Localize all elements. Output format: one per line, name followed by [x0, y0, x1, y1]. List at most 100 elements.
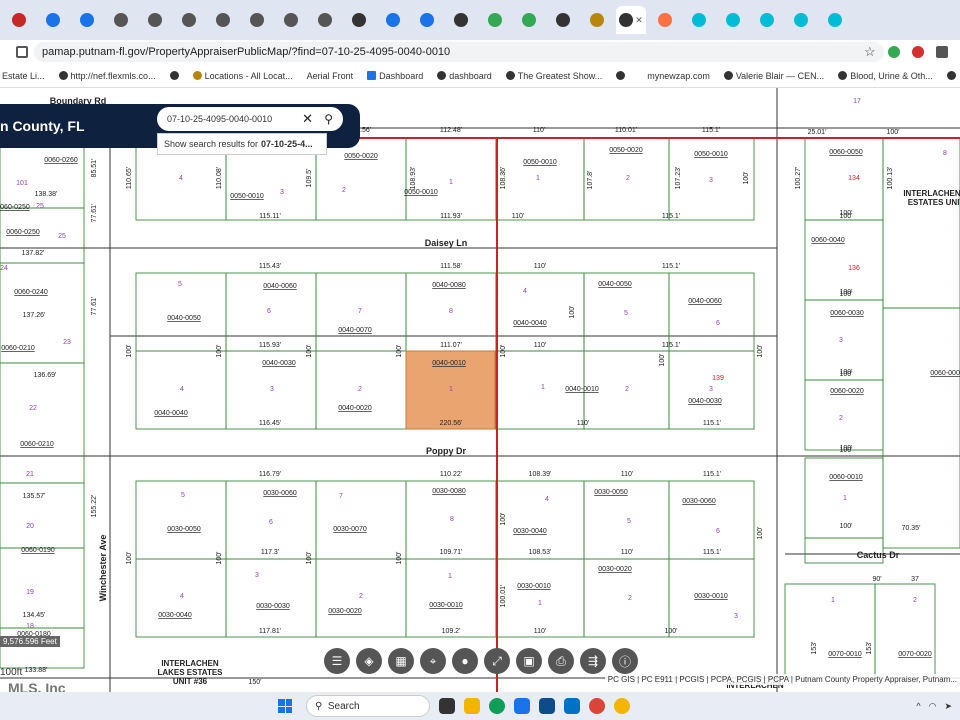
share-icon[interactable]: ⇶: [580, 648, 606, 674]
extension-icon[interactable]: [911, 46, 924, 58]
lot-number: 18: [26, 623, 34, 630]
palette-icon[interactable]: ●: [452, 648, 478, 674]
extensions-puzzle-icon[interactable]: [935, 46, 948, 58]
locate-icon[interactable]: ⌖: [420, 648, 446, 674]
search-icon[interactable]: ⚲: [324, 112, 333, 126]
browser-tab[interactable]: [38, 6, 68, 34]
bookmark-item[interactable]: [616, 71, 626, 80]
bookmark-item[interactable]: dashboard: [437, 71, 492, 81]
browser-tab-active[interactable]: ✕: [616, 6, 646, 34]
print-icon[interactable]: ⎙: [548, 648, 574, 674]
browser-tab[interactable]: [174, 6, 204, 34]
taskview-icon[interactable]: [439, 698, 455, 714]
lot-number: 19: [26, 589, 34, 596]
site-info-icon[interactable]: [16, 46, 28, 58]
lot-boundary: [668, 272, 755, 352]
dimension-label: 153': [866, 641, 873, 654]
parcel-id: 0030-0070: [333, 526, 367, 533]
browser-tab[interactable]: [548, 6, 578, 34]
browser-tab[interactable]: [514, 6, 544, 34]
windows-start-icon[interactable]: [278, 699, 292, 713]
info-icon[interactable]: ⓘ: [612, 648, 638, 674]
map-canvas[interactable]: Daisey Ln Poppy Dr Winchester Ave Cactus Dr…: [0, 88, 960, 692]
tab-favicon-icon: [46, 13, 60, 27]
dell-icon[interactable]: [539, 698, 555, 714]
bookmark-star-icon[interactable]: ☆: [864, 44, 876, 60]
browser-tab[interactable]: [106, 6, 136, 34]
dimension-label: 115.43': [259, 263, 281, 270]
bookmark-item[interactable]: Aerial Front: [307, 71, 354, 81]
tab-favicon-icon: [352, 13, 366, 27]
search-suggestion[interactable]: Show search results for 07-10-25-4...: [157, 133, 327, 155]
lot-number: 6: [716, 528, 720, 535]
bookmark-item[interactable]: Blood, Urine & Oth...: [838, 71, 933, 81]
browser-tab[interactable]: [582, 6, 612, 34]
browser-tab[interactable]: [650, 6, 680, 34]
parcel-id: 0030-0010: [694, 593, 728, 600]
browser-tab[interactable]: [208, 6, 238, 34]
browser-tab[interactable]: [718, 6, 748, 34]
dimension-label: 111.58': [440, 263, 462, 270]
browser-tab[interactable]: [786, 6, 816, 34]
list-icon[interactable]: ☰: [324, 648, 350, 674]
parcel-id: 0060-0250: [0, 204, 30, 211]
chrome-profile-icon[interactable]: [614, 698, 630, 714]
lot-number: 24: [0, 265, 8, 272]
dimension-label: 116.45': [259, 420, 281, 427]
browser-tab[interactable]: [72, 6, 102, 34]
browser-tab[interactable]: [446, 6, 476, 34]
browser-tab[interactable]: [684, 6, 714, 34]
dimension-label: 111.93': [440, 213, 462, 220]
wifi-icon[interactable]: ◠: [929, 701, 937, 712]
tab-favicon-icon: [114, 13, 128, 27]
parcel-id: 0030-0060: [263, 490, 297, 497]
bookmark-item[interactable]: [946, 71, 956, 80]
parcel-map[interactable]: Daisey Ln Poppy Dr Winchester Ave Cactus Dr…: [0, 88, 960, 692]
dimension-label: 220.56': [440, 420, 463, 427]
bookmark-bag-icon[interactable]: ▣: [516, 648, 542, 674]
bookmark-item[interactable]: [169, 71, 179, 80]
bookmark-item[interactable]: Valerie Blair — CEN...: [723, 71, 824, 81]
dimension-label: 115.1': [662, 213, 680, 220]
browser-tab[interactable]: [140, 6, 170, 34]
taskbar-search-label: Search: [327, 700, 360, 712]
taskbar-search[interactable]: ⚲ Search: [306, 695, 430, 717]
extension-icon[interactable]: [887, 46, 900, 58]
browser-tab[interactable]: [344, 6, 374, 34]
file-explorer-icon[interactable]: [464, 698, 480, 714]
url-field[interactable]: pamap.putnam-fl.gov/PropertyAppraiserPub…: [34, 42, 884, 62]
browser-tab[interactable]: [480, 6, 510, 34]
parcel-search-input[interactable]: 07-10-25-4095-0040-0010 ✕ ⚲: [157, 107, 343, 131]
measure-icon[interactable]: ⤢: [484, 648, 510, 674]
layers-icon[interactable]: ◈: [356, 648, 382, 674]
browser-tab[interactable]: [412, 6, 442, 34]
browser-tab[interactable]: [378, 6, 408, 34]
bookmark-item[interactable]: The Greatest Show...: [505, 71, 602, 81]
browser-tab[interactable]: [752, 6, 782, 34]
browser-tab[interactable]: [310, 6, 340, 34]
bookmark-item[interactable]: Estate Li...: [2, 71, 45, 81]
browser-tab[interactable]: [4, 6, 34, 34]
parcel-id: 0050-0010: [230, 193, 264, 200]
bookmark-item[interactable]: mynewzap.com: [647, 71, 710, 81]
send-icon[interactable]: ➤: [944, 701, 952, 712]
bookmark-favicon-icon: [169, 71, 179, 80]
browser-tab[interactable]: [820, 6, 850, 34]
chevron-up-icon[interactable]: ^: [916, 701, 920, 712]
edge-icon[interactable]: [489, 698, 505, 714]
search-value: 07-10-25-4095-0040-0010: [167, 114, 273, 124]
browser-tab[interactable]: [276, 6, 306, 34]
basemap-grid-icon[interactable]: ▦: [388, 648, 414, 674]
bookmark-item[interactable]: Locations - All Locat...: [192, 71, 293, 81]
store-icon[interactable]: [514, 698, 530, 714]
lot-number: 6: [269, 519, 273, 526]
bookmark-item[interactable]: Dashboard: [367, 71, 423, 81]
chrome-icon[interactable]: [589, 698, 605, 714]
parcel-id: 0030-0060: [682, 498, 716, 505]
lot-number: 20: [26, 523, 34, 530]
tab-close-icon[interactable]: ✕: [635, 15, 643, 26]
outlook-icon[interactable]: [564, 698, 580, 714]
browser-tab[interactable]: [242, 6, 272, 34]
clear-search-icon[interactable]: ✕: [302, 111, 313, 127]
bookmark-item[interactable]: http://nef.flexmls.co...: [58, 71, 156, 81]
